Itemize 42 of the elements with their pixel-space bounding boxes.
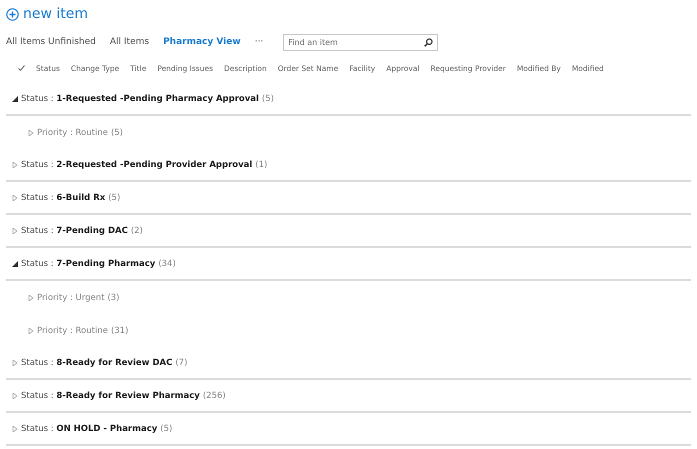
- item-count: (5): [108, 192, 120, 202]
- item-count: (2): [130, 226, 143, 236]
- collapse-icon[interactable]: [12, 260, 18, 266]
- new-item-button[interactable]: new item: [6, 4, 88, 24]
- group-heading: Status : 1-Requested -Pending Pharmacy Approval: [21, 94, 259, 104]
- expand-icon[interactable]: [12, 426, 18, 432]
- view-tab[interactable]: Pharmacy View: [163, 37, 241, 47]
- collapse-icon[interactable]: [12, 96, 18, 102]
- expand-icon[interactable]: [12, 162, 18, 168]
- group-heading: Status : 7-Pending DAC: [21, 226, 128, 236]
- group-heading: Status : 7-Pending Pharmacy: [21, 258, 156, 268]
- item-count: (3): [107, 292, 120, 302]
- group-heading: Priority : Routine: [37, 128, 108, 138]
- expand-icon[interactable]: [28, 294, 34, 300]
- view-tab[interactable]: All Items Unfinished: [6, 37, 96, 47]
- expand-icon[interactable]: [12, 360, 18, 366]
- group-heading: Status : 2-Requested -Pending Provider Approval: [21, 160, 252, 170]
- group-heading: Priority : Routine: [37, 326, 108, 336]
- plus-circle-icon: [6, 8, 19, 20]
- item-count: (5): [110, 128, 123, 138]
- expand-icon[interactable]: [28, 130, 34, 136]
- item-count: (5): [160, 424, 172, 434]
- item-count: (5): [262, 94, 274, 104]
- more-views-button[interactable]: ···: [254, 37, 264, 47]
- group-heading: Status : ON HOLD - Pharmacy: [21, 424, 158, 434]
- item-count: (1): [255, 160, 268, 170]
- item-count: (256): [202, 390, 226, 400]
- group-heading: Status : 8-Ready for Review Pharmacy: [21, 390, 200, 400]
- view-tab[interactable]: All Items: [110, 37, 150, 47]
- expand-icon[interactable]: [12, 194, 18, 200]
- expand-icon[interactable]: [12, 228, 18, 234]
- item-count: (34): [158, 258, 176, 268]
- search-icon[interactable]: [424, 38, 434, 46]
- search-field[interactable]: Find an item: [283, 34, 438, 50]
- expand-icon[interactable]: [12, 392, 18, 398]
- item-count: (31): [110, 326, 128, 336]
- group-heading: Priority : Urgent: [37, 292, 104, 302]
- group-heading: Status : 6-Build Rx: [21, 192, 106, 202]
- group-heading: Status : 8-Ready for Review DAC: [21, 358, 172, 368]
- expand-icon[interactable]: [28, 328, 34, 334]
- checkmark-icon[interactable]: [18, 65, 25, 71]
- item-count: (7): [175, 358, 188, 368]
